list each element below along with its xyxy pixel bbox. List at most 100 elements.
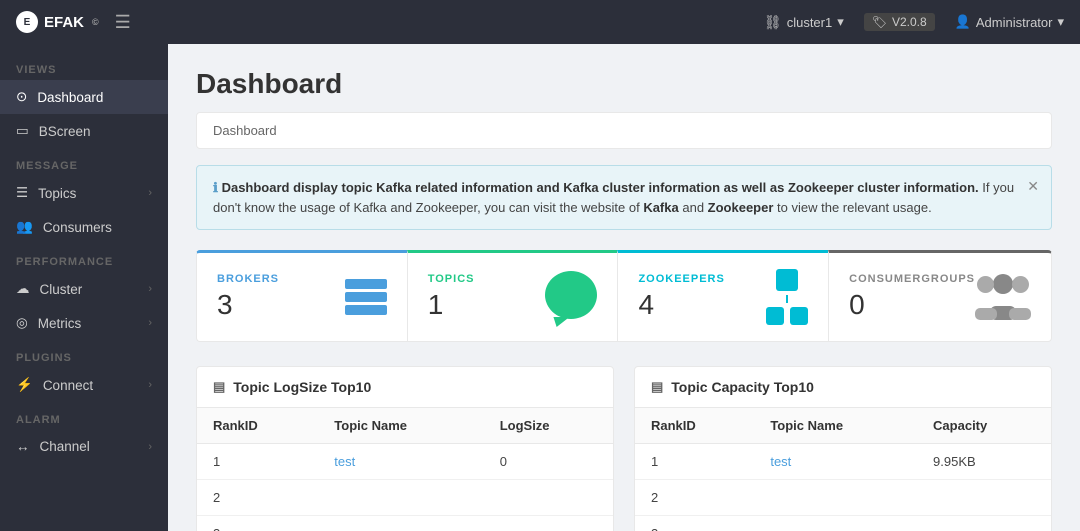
sidebar-item-connect-inner: ⚡ Connect <box>16 377 93 393</box>
menu-icon[interactable]: ☰ <box>115 12 131 33</box>
version-text: V2.0.8 <box>892 15 927 29</box>
sidebar-item-consumers-inner: 👥 Consumers <box>16 219 112 235</box>
table-row: 1 test 0 <box>197 444 613 480</box>
top-nav: E EFAK © ☰ ⛓ cluster1 ▾ 🏷 V2.0.8 👤 Admin… <box>0 0 1080 44</box>
cg-head-center <box>993 274 1013 294</box>
sidebar-item-cluster[interactable]: ☁ Cluster › <box>0 272 168 306</box>
sidebar-alarm-label: ALARM <box>0 402 168 430</box>
sidebar-views-label: VIEWS <box>0 52 168 80</box>
table-row: 1 test 9.95KB <box>635 444 1051 480</box>
cell-topic <box>754 480 917 516</box>
sidebar-item-bscreen-inner: ▭ BScreen <box>16 123 91 139</box>
topic-bubble <box>545 271 597 319</box>
cell-rank: 1 <box>197 444 318 480</box>
broker-bar-1 <box>345 279 387 289</box>
connect-chevron: › <box>148 379 152 391</box>
cell-rank: 3 <box>635 516 754 531</box>
broker-icon <box>345 279 387 315</box>
user-icon: 👤 <box>955 14 971 30</box>
sidebar-item-metrics[interactable]: ◎ Metrics › <box>0 306 168 340</box>
stat-cg-info: CONSUMERGROUPS 0 <box>849 273 975 321</box>
sidebar-item-channel-inner: ↔ Channel <box>16 439 90 454</box>
metrics-icon: ◎ <box>16 315 28 331</box>
info-and: and <box>682 200 707 215</box>
user-menu[interactable]: 👤 Administrator ▾ <box>955 14 1064 30</box>
table-row: 3 <box>197 516 613 531</box>
zk-bottom-row <box>766 307 808 325</box>
cg-body-right <box>1009 308 1031 320</box>
topics-chevron: › <box>148 187 152 199</box>
broker-bar-2 <box>345 292 387 302</box>
table-row: 2 <box>197 480 613 516</box>
cell-topic: test <box>318 444 483 480</box>
table-logsize-icon: ▤ <box>213 379 225 395</box>
info-banner-main: Dashboard display topic Kafka related in… <box>222 180 979 195</box>
stat-brokers-info: BROKERS 3 <box>217 273 279 321</box>
cell-topic: test <box>754 444 917 480</box>
cluster-icon: ⛓ <box>764 14 782 31</box>
sidebar-label-topics: Topics <box>38 186 76 201</box>
info-kafka-link[interactable]: Kafka <box>643 200 678 215</box>
cell-capacity: 9.95KB <box>917 444 1051 480</box>
sidebar-plugins-label: PLUGINS <box>0 340 168 368</box>
info-banner-close[interactable]: ✕ <box>1027 176 1039 197</box>
col-topicname-1: Topic Name <box>318 408 483 444</box>
sidebar-item-topics[interactable]: ☰ Topics › <box>0 176 168 210</box>
user-chevron: ▾ <box>1057 14 1064 30</box>
sidebar-item-channel[interactable]: ↔ Channel › <box>0 430 168 463</box>
bscreen-icon: ▭ <box>16 123 29 139</box>
sidebar-label-consumers: Consumers <box>43 220 112 235</box>
sidebar-label-channel: Channel <box>40 439 90 454</box>
cluster-selector[interactable]: ⛓ cluster1 ▾ <box>764 14 844 31</box>
breadcrumb: Dashboard <box>196 112 1052 149</box>
sidebar-label-connect: Connect <box>43 378 93 393</box>
zk-top-node <box>776 269 798 291</box>
cluster-nav-icon: ☁ <box>16 281 30 297</box>
cell-topic <box>318 480 483 516</box>
page-title: Dashboard <box>196 68 1052 100</box>
cell-topic <box>754 516 917 531</box>
zookeeper-icon <box>766 269 808 325</box>
cg-head-left <box>977 276 994 293</box>
logo-text: EFAK <box>44 14 84 31</box>
sidebar-label-metrics: Metrics <box>38 316 82 331</box>
sidebar-item-dashboard[interactable]: ⊙ Dashboard <box>0 80 168 114</box>
stat-topics-label: TOPICS <box>428 273 475 285</box>
info-icon: ℹ <box>213 180 218 195</box>
channel-icon: ↔ <box>16 439 30 454</box>
stat-card-brokers: BROKERS 3 <box>196 250 407 342</box>
col-rankid-2: RankID <box>635 408 754 444</box>
stat-card-zookeepers: ZOOKEEPERS 4 <box>617 250 828 342</box>
table-logsize-title: Topic LogSize Top10 <box>233 379 371 395</box>
stats-row: BROKERS 3 TOPICS 1 <box>196 250 1052 342</box>
info-zk-link[interactable]: Zookeeper <box>708 200 774 215</box>
logo-icon: E <box>16 11 38 33</box>
sidebar-label-bscreen: BScreen <box>39 124 91 139</box>
sidebar-label-dashboard: Dashboard <box>37 90 103 105</box>
connect-icon: ⚡ <box>16 377 33 393</box>
info-end: to view the relevant usage. <box>777 200 932 215</box>
table-capacity: RankID Topic Name Capacity 1 test 9.95KB… <box>635 408 1051 531</box>
sidebar-item-bscreen[interactable]: ▭ BScreen <box>0 114 168 148</box>
cell-logsize <box>484 516 613 531</box>
topic-link-2[interactable]: test <box>770 454 791 469</box>
sidebar-item-consumers[interactable]: 👥 Consumers <box>0 210 168 244</box>
sidebar-label-cluster: Cluster <box>40 282 83 297</box>
zk-node-right <box>790 307 808 325</box>
sidebar-item-cluster-inner: ☁ Cluster <box>16 281 82 297</box>
stat-topics-info: TOPICS 1 <box>428 273 475 321</box>
topic-link[interactable]: test <box>334 454 355 469</box>
cg-head-right <box>1012 276 1029 293</box>
table-row: 2 <box>635 480 1051 516</box>
sidebar-message-label: MESSAGE <box>0 148 168 176</box>
table-logsize: RankID Topic Name LogSize 1 test 0 2 <box>197 408 613 531</box>
sidebar: VIEWS ⊙ Dashboard ▭ BScreen MESSAGE ☰ To… <box>0 44 168 531</box>
sidebar-item-dashboard-inner: ⊙ Dashboard <box>16 89 103 105</box>
sidebar-item-connect[interactable]: ⚡ Connect › <box>0 368 168 402</box>
cell-logsize: 0 <box>484 444 613 480</box>
cluster-chevron: ▾ <box>837 14 844 30</box>
table-capacity-icon: ▤ <box>651 379 663 395</box>
consumers-icon: 👥 <box>16 219 33 235</box>
col-capacity: Capacity <box>917 408 1051 444</box>
cell-capacity <box>917 480 1051 516</box>
